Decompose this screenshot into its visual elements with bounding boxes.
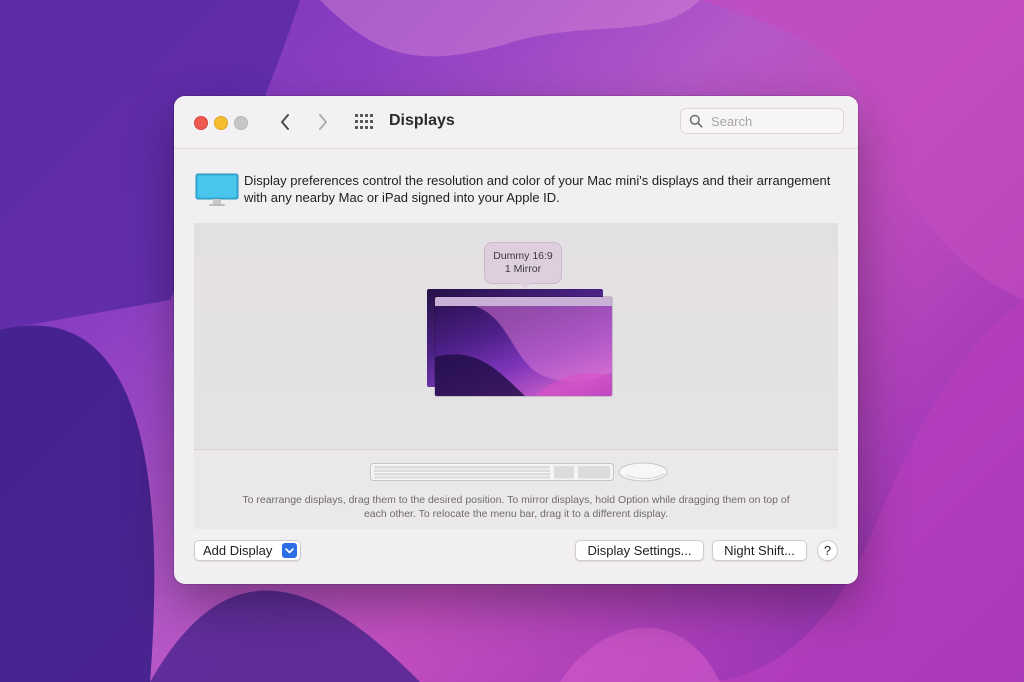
- mouse-icon: [618, 462, 668, 482]
- close-icon[interactable]: [194, 116, 208, 130]
- window-title: Displays: [389, 112, 455, 129]
- forward-button[interactable]: [310, 109, 336, 135]
- display-thumbnail-front[interactable]: [435, 297, 612, 396]
- display-tooltip: Dummy 16:9 1 Mirror: [484, 242, 562, 284]
- zoom-icon[interactable]: [234, 116, 248, 130]
- search-icon: [689, 114, 703, 128]
- search-field[interactable]: [680, 108, 844, 134]
- add-display-popup[interactable]: Add Display: [194, 540, 301, 561]
- displays-window: Displays Display preferences control the…: [174, 96, 858, 584]
- help-button[interactable]: ?: [817, 540, 838, 561]
- grid-icon: [355, 114, 373, 129]
- add-display-label: Add Display: [203, 543, 273, 558]
- chevron-down-icon: [282, 543, 297, 558]
- search-input[interactable]: [711, 112, 839, 130]
- keyboard-icon: [370, 463, 614, 481]
- arrangement-hint: To rearrange displays, drag them to the …: [242, 494, 790, 520]
- info-description: Display preferences control the resoluti…: [244, 173, 831, 205]
- minimize-icon[interactable]: [214, 116, 228, 130]
- menu-bar-indicator[interactable]: [435, 297, 612, 306]
- night-shift-button[interactable]: Night Shift...: [712, 540, 807, 561]
- titlebar: Displays: [174, 96, 858, 149]
- display-icon: [195, 173, 239, 206]
- show-all-button[interactable]: [352, 110, 376, 134]
- chevron-left-icon: [281, 114, 289, 130]
- tooltip-tail: [518, 282, 532, 289]
- arrangement-area[interactable]: Dummy 16:9 1 Mirror To rearrange display…: [194, 223, 838, 529]
- tooltip-display-name: Dummy 16:9: [493, 250, 553, 262]
- tooltip-mirror-count: 1 Mirror: [504, 263, 542, 275]
- chevron-right-icon: [319, 114, 327, 130]
- wallpaper-preview: [435, 306, 612, 396]
- back-button[interactable]: [272, 109, 298, 135]
- display-settings-button[interactable]: Display Settings...: [575, 540, 704, 561]
